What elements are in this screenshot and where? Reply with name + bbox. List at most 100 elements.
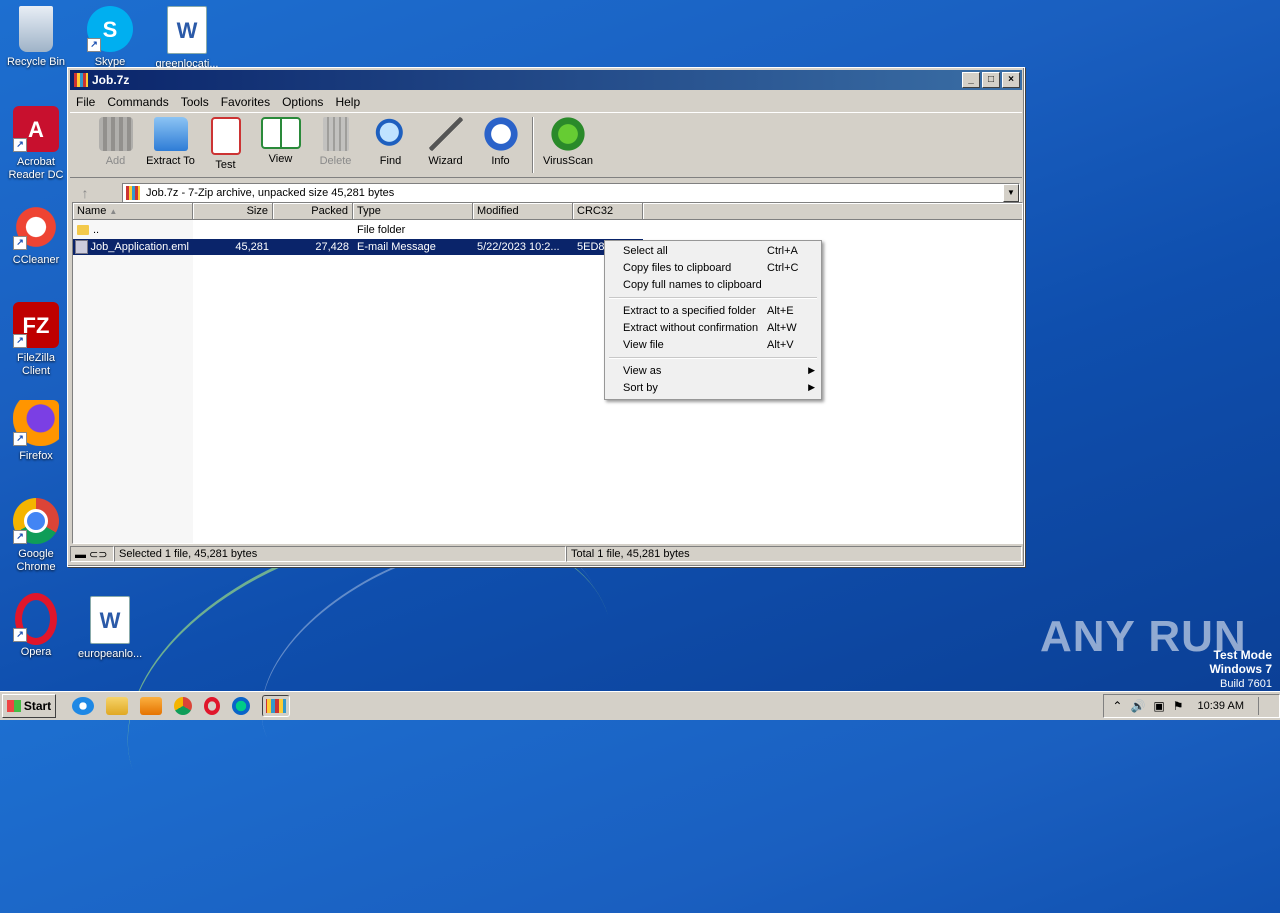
desktop-icon-word-doc-2[interactable]: W europeanlo... <box>78 596 142 661</box>
skype-icon: S ↗ <box>87 6 133 52</box>
toolbar-test-button[interactable]: Test <box>198 113 253 171</box>
desktop-icon-label: Opera <box>20 646 52 658</box>
minimize-button[interactable]: _ <box>962 72 980 88</box>
cell-type: E-mail Message <box>357 241 436 253</box>
desktop-icon-recycle-bin[interactable]: Recycle Bin <box>4 6 68 69</box>
winrar-app-icon <box>74 73 88 87</box>
clock[interactable]: 10:39 AM <box>1198 700 1244 712</box>
toolbar-label: Wizard <box>428 155 463 167</box>
menu-item-sort-by[interactable]: Sort by ▶ <box>605 379 821 396</box>
window-title: Job.7z <box>92 73 130 87</box>
volume-icon[interactable]: 🔊 <box>1130 699 1145 713</box>
start-button[interactable]: Start <box>2 694 56 718</box>
ie-taskbar-icon[interactable] <box>72 697 94 715</box>
column-header-name[interactable]: Name ▲ <box>73 203 193 220</box>
toolbar-label: Find <box>379 155 402 167</box>
menu-item-select-all[interactable]: Select all Ctrl+A <box>605 242 821 259</box>
address-field[interactable]: Job.7z - 7-Zip archive, unpacked size 45… <box>122 183 1020 203</box>
menu-item-label: Extract to a specified folder <box>623 304 756 317</box>
toolbar-virusscan-button[interactable]: VirusScan <box>538 113 598 167</box>
toolbar-wizard-button[interactable]: Wizard <box>418 113 473 167</box>
desktop-icon-skype[interactable]: S ↗ Skype <box>78 6 142 69</box>
action-center-flag-icon[interactable]: ⚑ <box>1173 699 1184 713</box>
toolbar-info-button[interactable]: Info <box>473 113 528 167</box>
toolbar-find-button[interactable]: Find <box>363 113 418 167</box>
winrar-window: Job.7z _ □ × File Commands Tools Favorit… <box>67 67 1025 567</box>
menu-item-label: View file <box>623 338 664 351</box>
desktop-icon-label: europeanlo... <box>78 648 143 660</box>
address-dropdown-button[interactable]: ▼ <box>1003 184 1019 202</box>
menu-commands[interactable]: Commands <box>101 95 174 109</box>
column-header-packed[interactable]: Packed <box>273 203 353 220</box>
desktop-icon-firefox[interactable]: ↗ Firefox <box>4 400 68 463</box>
firefox-icon: ↗ <box>13 400 59 446</box>
test-mode-text: Test Mode <box>1213 648 1272 662</box>
menu-file[interactable]: File <box>70 95 101 109</box>
desktop-icon-label: CCleaner <box>12 254 60 266</box>
menu-item-view-as[interactable]: View as ▶ <box>605 362 821 379</box>
menu-item-copy-files[interactable]: Copy files to clipboard Ctrl+C <box>605 259 821 276</box>
up-folder-button[interactable]: ↑ <box>72 185 98 201</box>
context-menu: Select all Ctrl+A Copy files to clipboard… <box>604 240 822 400</box>
menu-favorites[interactable]: Favorites <box>215 95 276 109</box>
column-header-type[interactable]: Type <box>353 203 473 220</box>
word-document-icon: W <box>90 596 130 644</box>
magnifier-icon <box>373 117 408 151</box>
desktop-icon-filezilla[interactable]: FZ ↗ FileZilla Client <box>4 302 68 378</box>
desktop-icon-ccleaner[interactable]: ↗ CCleaner <box>4 204 68 267</box>
desktop-icon-word-doc[interactable]: W greenlocati... <box>155 6 219 71</box>
toolbar-extract-to-button[interactable]: Extract To <box>143 113 198 167</box>
column-label: Name <box>77 205 107 217</box>
show-desktop-button[interactable] <box>1258 697 1271 715</box>
menu-help[interactable]: Help <box>329 95 366 109</box>
table-row[interactable]: Job_Application.eml 45,281 27,428 E-mail… <box>73 239 643 255</box>
windows-logo-icon <box>6 700 21 712</box>
info-icon <box>483 117 518 151</box>
filezilla-icon: FZ ↗ <box>13 302 59 348</box>
menu-item-view-file[interactable]: View file Alt+V <box>605 336 821 353</box>
windows-version-text: Windows 7 <box>1209 662 1272 676</box>
winrar-taskbar-button[interactable] <box>262 695 290 717</box>
toolbar-label: VirusScan <box>543 155 593 167</box>
menu-tools[interactable]: Tools <box>175 95 215 109</box>
start-label: Start <box>23 699 52 713</box>
menu-item-shortcut: Ctrl+A <box>767 244 798 257</box>
opera-taskbar-icon[interactable] <box>204 697 220 715</box>
desktop-icon-label: Recycle Bin <box>6 56 66 68</box>
file-list[interactable]: Name ▲ Size Packed Type Modified CRC32 .… <box>72 202 1023 544</box>
column-header-crc32[interactable]: CRC32 <box>573 203 643 220</box>
taskbar: Start ⌃ 🔊 ▣ ⚑ 10:39 AM <box>0 691 1280 720</box>
toolbar: Add Extract To Test View Delete Find Wiz… <box>70 112 1022 178</box>
wand-icon <box>428 117 463 151</box>
column-header-modified[interactable]: Modified <box>473 203 573 220</box>
menu-item-copy-full-names[interactable]: Copy full names to clipboard <box>605 276 821 293</box>
cell-size: 45,281 <box>235 241 269 253</box>
menu-options[interactable]: Options <box>276 95 329 109</box>
toolbar-delete-button[interactable]: Delete <box>308 113 363 167</box>
desktop-icon-acrobat[interactable]: A ↗ Acrobat Reader DC <box>4 106 68 182</box>
chrome-taskbar-icon[interactable] <box>174 697 192 715</box>
menu-item-label: Sort by <box>623 381 658 394</box>
toolbar-label: Delete <box>319 155 352 167</box>
desktop-icon-chrome[interactable]: ↗ Google Chrome <box>4 498 68 574</box>
desktop-icon-opera[interactable]: ↗ Opera <box>4 593 68 659</box>
close-button[interactable]: × <box>1002 72 1020 88</box>
menu-item-extract-without-confirmation[interactable]: Extract without confirmation Alt+W <box>605 319 821 336</box>
table-row[interactable]: .. File folder <box>73 222 643 238</box>
menu-item-label: Select all <box>623 244 668 257</box>
edge-taskbar-icon[interactable] <box>232 697 250 715</box>
opera-icon: ↗ <box>13 593 59 645</box>
status-bar: ▬ ⊂⊃ Selected 1 file, 45,281 bytes Total… <box>70 546 1022 564</box>
toolbar-view-button[interactable]: View <box>253 113 308 165</box>
window-titlebar[interactable]: Job.7z _ □ × <box>70 70 1022 90</box>
cell-name: .. <box>73 224 193 236</box>
maximize-button[interactable]: □ <box>982 72 1000 88</box>
show-hidden-icons-icon[interactable]: ⌃ <box>1112 699 1122 713</box>
menu-item-extract-to-folder[interactable]: Extract to a specified folder Alt+E <box>605 302 821 319</box>
explorer-taskbar-icon[interactable] <box>106 697 128 715</box>
toolbar-add-button[interactable]: Add <box>88 113 143 167</box>
folder-icon <box>153 117 188 151</box>
column-header-size[interactable]: Size <box>193 203 273 220</box>
media-player-taskbar-icon[interactable] <box>140 697 162 715</box>
network-icon[interactable]: ▣ <box>1153 699 1164 713</box>
